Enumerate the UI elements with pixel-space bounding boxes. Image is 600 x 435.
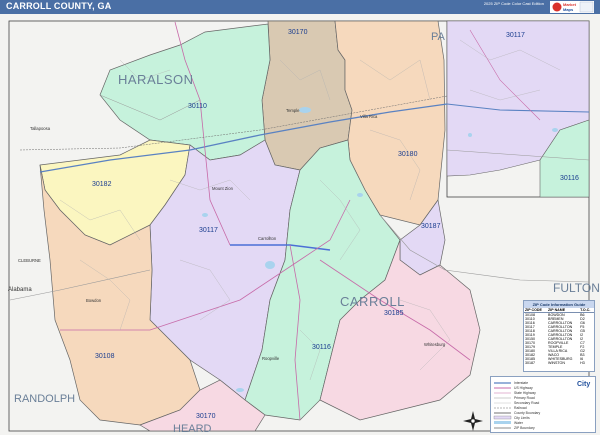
county-label-heard: HEARD bbox=[173, 423, 212, 435]
place-label-bowdon: Bowdon bbox=[86, 298, 102, 303]
zip-label-30170-north: 30170 bbox=[288, 29, 308, 36]
key-label: Water bbox=[514, 421, 524, 425]
place-label-carrollton: Carrollton bbox=[258, 236, 277, 241]
legend-header-row: ZIP CODE ZIP NAME T.O.C. bbox=[524, 308, 594, 313]
key-label: Primary Road bbox=[514, 396, 535, 400]
place-label-alabama: Alabama bbox=[8, 287, 32, 293]
zip-label-30180: 30180 bbox=[398, 151, 418, 158]
county-label-fulton: FULTON bbox=[553, 281, 600, 295]
county-label-haralson: HARALSON bbox=[118, 72, 194, 87]
key-label: Secondary Road bbox=[514, 401, 539, 405]
zip-label-30170-south: 30170 bbox=[196, 413, 216, 420]
place-label-temple: Temple bbox=[286, 108, 300, 113]
zip-label-30116: 30116 bbox=[312, 344, 331, 351]
compass-rose-icon bbox=[463, 411, 483, 431]
place-label-roopville: Roopville bbox=[262, 356, 280, 361]
legend-row: 30187 WINSTON H3 bbox=[524, 361, 594, 365]
place-label-cleburne: CLEBURNE bbox=[18, 258, 41, 263]
key-label: Interstate bbox=[514, 381, 528, 385]
key-brand: City bbox=[577, 381, 590, 388]
county-label-paulding: PA bbox=[431, 31, 446, 43]
key-symbols bbox=[493, 382, 512, 429]
inset-zip-label-30116: 30116 bbox=[560, 175, 579, 182]
legend-toc: H3 bbox=[580, 361, 585, 365]
key-label: City Limits bbox=[514, 416, 530, 420]
county-label-randolph: RANDOLPH bbox=[14, 393, 75, 405]
legend-table: ZIP CODE ZIP NAME T.O.C. 30108 BOWDON B6 3… bbox=[524, 308, 594, 365]
map-title: CARROLL COUNTY, GA bbox=[6, 1, 112, 11]
legend-title: ZIP Code Information Guide bbox=[524, 301, 594, 308]
zip-label-30110: 30110 bbox=[188, 103, 207, 110]
map-key: City Interstate US Highway State Highway… bbox=[490, 376, 596, 433]
market-maps-logo: Market Maps bbox=[550, 1, 594, 13]
key-label: County Boundary bbox=[514, 411, 541, 415]
legend-name: WINSTON bbox=[548, 361, 565, 365]
county-label-carroll: CARROLL bbox=[340, 294, 405, 309]
key-label: ZIP Boundary bbox=[514, 426, 535, 430]
zip-legend: ZIP Code Information Guide ZIP CODE ZIP … bbox=[523, 300, 595, 372]
zip-label-30182: 30182 bbox=[92, 181, 112, 188]
zip-label-30185: 30185 bbox=[384, 310, 404, 317]
place-label-mount-zion: Mount Zion bbox=[212, 186, 234, 191]
zip-label-30187: 30187 bbox=[421, 223, 441, 230]
svg-text:Maps: Maps bbox=[563, 7, 574, 12]
title-bar: CARROLL COUNTY, GA 2025 ZIP Code Color C… bbox=[0, 0, 600, 14]
key-label: State Highway bbox=[514, 391, 536, 395]
legend-zip: 30187 bbox=[525, 361, 535, 365]
carroll-county-map[interactable]: HARALSON CARROLL FULTON RANDOLPH HEARD P… bbox=[0, 14, 600, 435]
zip-label-30117: 30117 bbox=[199, 227, 218, 234]
place-label-tallapoosa: Tallapoosa bbox=[30, 126, 51, 131]
edition-label: 2025 ZIP Code Color Cast Edition bbox=[483, 1, 544, 6]
zip-label-30108: 30108 bbox=[95, 353, 115, 360]
inset-zip-label-30117: 30117 bbox=[506, 32, 525, 39]
key-labels: Interstate US Highway State Highway Prim… bbox=[514, 381, 541, 430]
place-label-whitesburg: Whitesburg bbox=[424, 342, 446, 347]
key-label: Railroad bbox=[514, 406, 527, 410]
place-label-villa-rica: Villa Rica bbox=[360, 114, 378, 119]
key-label: US Highway bbox=[514, 386, 533, 390]
